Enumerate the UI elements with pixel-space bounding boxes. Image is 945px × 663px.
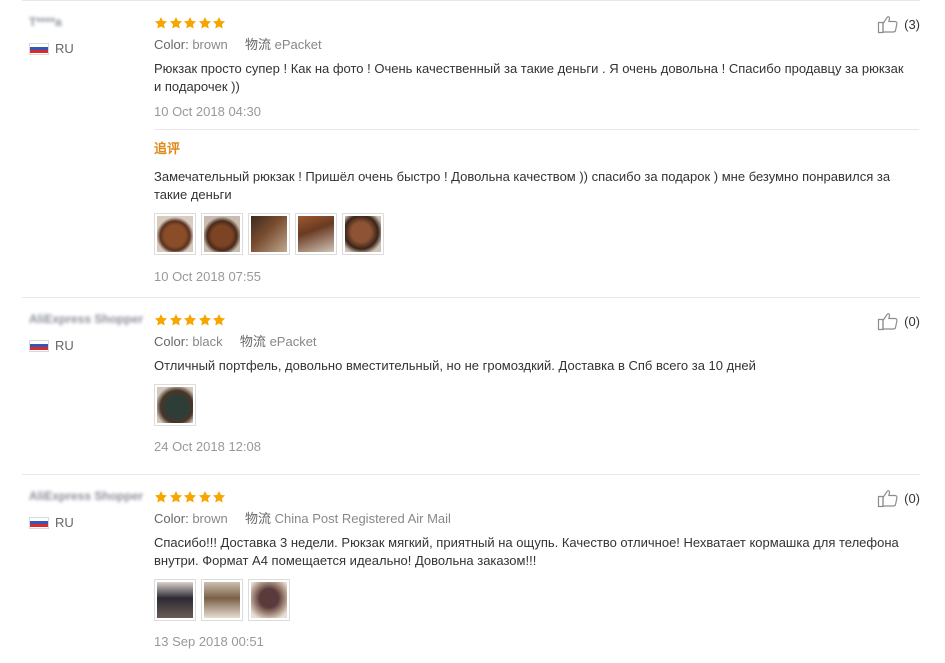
color-value: brown	[192, 511, 228, 526]
helpful-button[interactable]: (0)	[877, 311, 920, 331]
star-rating	[154, 488, 919, 506]
user-country: RU	[29, 338, 74, 353]
user-country: RU	[29, 515, 74, 530]
review-user: AliExpress Shopper RU	[29, 488, 149, 530]
review-divider	[22, 297, 920, 298]
star-icon	[198, 490, 212, 504]
review-photo-thumbnail[interactable]	[154, 579, 196, 621]
logistics-label: 物流	[239, 334, 266, 349]
color-value: black	[192, 334, 223, 349]
star-rating	[154, 311, 919, 329]
color-label: Color:	[154, 37, 189, 52]
country-code: RU	[55, 515, 74, 530]
country-code: RU	[55, 41, 74, 56]
review-divider	[22, 474, 920, 475]
review-content: Color: black 物流 ePacket Отличный портфел…	[154, 311, 919, 456]
star-icon	[212, 490, 226, 504]
star-rating	[154, 14, 919, 32]
review-photos	[154, 213, 919, 255]
star-icon	[154, 490, 168, 504]
star-icon	[198, 16, 212, 30]
helpful-count: (0)	[904, 490, 920, 506]
review-photo-thumbnail[interactable]	[248, 213, 290, 255]
star-icon	[212, 16, 226, 30]
thumbs-up-icon[interactable]	[877, 488, 901, 508]
review-photo-thumbnail[interactable]	[295, 213, 337, 255]
review-photo-thumbnail[interactable]	[154, 213, 196, 255]
review-user: T****a RU	[29, 14, 149, 56]
review-text: Спасибо!!! Доставка 3 недели. Рюкзак мяг…	[154, 535, 899, 568]
helpful-button[interactable]: (3)	[877, 14, 920, 34]
user-country: RU	[29, 41, 74, 56]
star-icon	[183, 16, 197, 30]
review-photo-thumbnail[interactable]	[248, 579, 290, 621]
logistics-value: ePacket	[269, 334, 317, 349]
review-photo-thumbnail[interactable]	[201, 579, 243, 621]
additional-feedback-label: 追评	[154, 141, 181, 156]
user-name[interactable]: AliExpress Shopper	[29, 488, 149, 504]
review-date: 13 Sep 2018 00:51	[154, 634, 264, 649]
helpful-count: (3)	[904, 16, 920, 32]
additional-review-text: Замечательный рюкзак ! Пришёл очень быст…	[154, 169, 891, 202]
review-photo-thumbnail[interactable]	[201, 213, 243, 255]
review-content: Color: brown 物流 China Post Registered Ai…	[154, 488, 919, 651]
country-code: RU	[55, 338, 74, 353]
review-date: 10 Oct 2018 04:30	[154, 104, 261, 119]
logistics-label: 物流	[244, 37, 271, 52]
star-icon	[154, 16, 168, 30]
user-name[interactable]: AliExpress Shopper	[29, 311, 149, 327]
star-icon	[183, 490, 197, 504]
star-icon	[169, 313, 183, 327]
review-photo-thumbnail[interactable]	[154, 384, 196, 426]
russia-flag-icon	[29, 339, 49, 352]
user-name[interactable]: T****a	[29, 14, 149, 30]
order-attributes: Color: brown 物流 China Post Registered Ai…	[154, 510, 919, 528]
color-value: brown	[192, 37, 228, 52]
star-icon	[198, 313, 212, 327]
star-icon	[169, 16, 183, 30]
order-attributes: Color: black 物流 ePacket	[154, 333, 919, 351]
thumbs-up-icon[interactable]	[877, 14, 901, 34]
additional-divider	[154, 129, 919, 130]
helpful-count: (0)	[904, 313, 920, 329]
logistics-value: ePacket	[274, 37, 322, 52]
helpful-button[interactable]: (0)	[877, 488, 920, 508]
top-divider	[22, 0, 920, 1]
color-label: Color:	[154, 511, 189, 526]
star-icon	[212, 313, 226, 327]
review-photos	[154, 384, 919, 426]
russia-flag-icon	[29, 516, 49, 529]
logistics-value: China Post Registered Air Mail	[274, 511, 451, 526]
review-date: 24 Oct 2018 12:08	[154, 439, 261, 454]
logistics-label: 物流	[244, 511, 271, 526]
star-icon	[154, 313, 168, 327]
review-content: Color: brown 物流 ePacket Рюкзак просто су…	[154, 14, 919, 286]
star-icon	[183, 313, 197, 327]
additional-review-date: 10 Oct 2018 07:55	[154, 269, 261, 284]
review-text: Отличный портфель, довольно вместительны…	[154, 358, 756, 373]
review-user: AliExpress Shopper RU	[29, 311, 149, 353]
review-photo-thumbnail[interactable]	[342, 213, 384, 255]
review-text: Рюкзак просто супер ! Как на фото ! Очен…	[154, 61, 904, 94]
review-photos	[154, 579, 919, 621]
color-label: Color:	[154, 334, 189, 349]
russia-flag-icon	[29, 42, 49, 55]
star-icon	[169, 490, 183, 504]
order-attributes: Color: brown 物流 ePacket	[154, 36, 919, 54]
thumbs-up-icon[interactable]	[877, 311, 901, 331]
